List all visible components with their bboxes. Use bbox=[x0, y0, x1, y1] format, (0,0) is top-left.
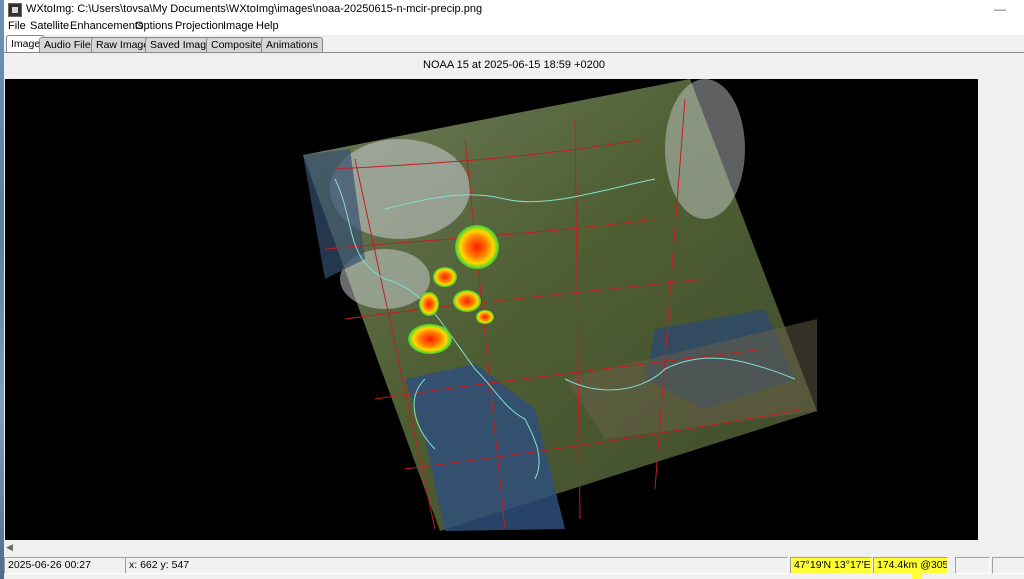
menu-file[interactable]: File bbox=[8, 20, 26, 32]
menu-satellite[interactable]: Satellite bbox=[30, 20, 69, 32]
status-bar: 2025-06-26 00:27 x: 662 y: 547 47°19'N 1… bbox=[4, 556, 1024, 579]
highlight-mark bbox=[912, 574, 922, 579]
scroll-left-arrow-icon[interactable]: ◀ bbox=[6, 542, 13, 553]
menu-options[interactable]: Options bbox=[135, 20, 173, 32]
menu-projection[interactable]: Projection bbox=[175, 20, 224, 32]
app-icon bbox=[8, 3, 22, 17]
desktop-edge bbox=[0, 0, 4, 579]
menu-help[interactable]: Help bbox=[256, 20, 279, 32]
vertical-scroll-area[interactable] bbox=[978, 79, 1024, 540]
satellite-image bbox=[303, 79, 817, 531]
status-datetime: 2025-06-26 00:27 bbox=[4, 557, 126, 574]
menu-bar: File Satellite Enhancements Options Proj… bbox=[4, 18, 1024, 35]
window-title: WXtoImg: C:\Users\tovsa\My Documents\WXt… bbox=[26, 3, 483, 15]
image-viewport[interactable] bbox=[5, 79, 978, 540]
menu-enhancements[interactable]: Enhancements bbox=[70, 20, 143, 32]
menu-image[interactable]: Image bbox=[223, 20, 254, 32]
status-range-bearing: 174.4km @305° bbox=[873, 557, 948, 574]
status-panel-empty-1 bbox=[955, 557, 990, 574]
image-caption: NOAA 15 at 2025-06-15 18:59 +0200 bbox=[423, 59, 605, 71]
title-bar: WXtoImg: C:\Users\tovsa\My Documents\WXt… bbox=[4, 0, 1024, 18]
status-cursor-xy: x: 662 y: 547 bbox=[125, 557, 788, 574]
minimize-button[interactable]: — bbox=[994, 2, 1006, 16]
horizontal-scrollbar[interactable]: ◀ bbox=[4, 541, 978, 555]
tab-animations[interactable]: Animations bbox=[261, 37, 323, 53]
status-latlon: 47°19'N 13°17'E bbox=[790, 557, 872, 574]
tab-divider bbox=[4, 52, 1024, 53]
tab-bar: Image Audio Files Raw Images Saved Image… bbox=[4, 35, 1024, 53]
status-panel-empty-2 bbox=[992, 557, 1024, 574]
